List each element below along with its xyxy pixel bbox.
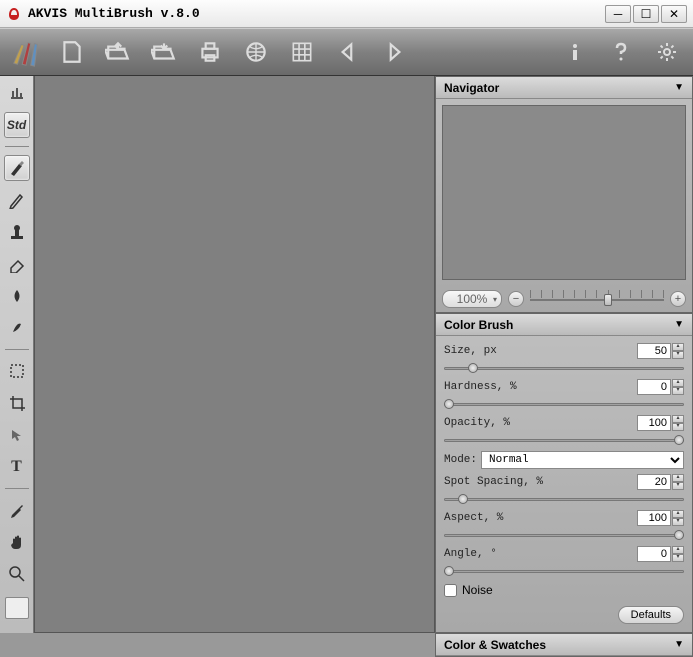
print-button[interactable]: [192, 34, 228, 70]
color-swatches-header[interactable]: Color & Swatches ▼: [436, 634, 692, 656]
size-spinner[interactable]: ▴▾: [637, 343, 684, 359]
aspect-label: Aspect, %: [444, 512, 637, 524]
opacity-spinner[interactable]: ▴▾: [637, 415, 684, 431]
angle-input[interactable]: [637, 546, 671, 562]
color-brush-panel: Color Brush ▼ Size, px ▴▾ Hardness, % ▴▾…: [435, 313, 693, 633]
angle-slider[interactable]: [444, 566, 684, 576]
top-toolbar: [0, 28, 693, 76]
spot-spacing-slider[interactable]: [444, 494, 684, 504]
web-button[interactable]: [238, 34, 274, 70]
spot-spacing-spinner[interactable]: ▴▾: [637, 474, 684, 490]
opacity-label: Opacity, %: [444, 417, 637, 429]
navigator-header[interactable]: Navigator ▼: [436, 77, 692, 99]
color-swatches-panel: Color & Swatches ▼: [435, 633, 693, 657]
size-label: Size, px: [444, 345, 637, 357]
collapse-icon: ▼: [674, 639, 684, 650]
left-toolbar: Std T: [0, 76, 34, 633]
window-title: AKVIS MultiBrush v.8.0: [28, 6, 605, 21]
eyedropper-tool[interactable]: [4, 497, 30, 523]
save-file-button[interactable]: [146, 34, 182, 70]
hardness-input[interactable]: [637, 379, 671, 395]
zoom-in-button[interactable]: +: [670, 291, 686, 307]
zoom-tool[interactable]: [4, 561, 30, 587]
blur-tool[interactable]: [4, 283, 30, 309]
size-input[interactable]: [637, 343, 671, 359]
canvas-area[interactable]: [34, 76, 435, 633]
hand-tool[interactable]: [4, 529, 30, 555]
grid-button[interactable]: [284, 34, 320, 70]
crop-tool[interactable]: [4, 390, 30, 416]
move-tool[interactable]: [4, 422, 30, 448]
aspect-spinner[interactable]: ▴▾: [637, 510, 684, 526]
navigator-panel: Navigator ▼ 100% − +: [435, 76, 693, 313]
noise-label: Noise: [462, 583, 493, 597]
zoom-combo[interactable]: 100%: [442, 290, 502, 308]
hardness-slider[interactable]: [444, 399, 684, 409]
color-swatches-title: Color & Swatches: [444, 638, 546, 652]
hardness-label: Hardness, %: [444, 381, 637, 393]
right-pane: Navigator ▼ 100% − + Color Brush ▼: [435, 76, 693, 633]
open-file-button[interactable]: [100, 34, 136, 70]
color-brush-header[interactable]: Color Brush ▼: [436, 314, 692, 336]
opacity-input[interactable]: [637, 415, 671, 431]
next-button[interactable]: [376, 34, 412, 70]
angle-label: Angle, °: [444, 548, 637, 560]
spot-spacing-input[interactable]: [637, 474, 671, 490]
help-button[interactable]: [603, 34, 639, 70]
info-button[interactable]: [557, 34, 593, 70]
navigator-preview[interactable]: [442, 105, 686, 280]
opacity-slider[interactable]: [444, 435, 684, 445]
color-brush-title: Color Brush: [444, 318, 513, 332]
collapse-icon: ▼: [674, 82, 684, 93]
eraser-tool[interactable]: [4, 251, 30, 277]
stamp-tool[interactable]: [4, 219, 30, 245]
spot-spacing-label: Spot Spacing, %: [444, 476, 637, 488]
settings-button[interactable]: [649, 34, 685, 70]
zoom-slider[interactable]: [530, 296, 664, 302]
history-brush-tab[interactable]: [4, 80, 30, 106]
color-brush-tool[interactable]: [4, 155, 30, 181]
app-logo-icon: [6, 6, 22, 22]
mode-label: Mode:: [444, 454, 477, 466]
aspect-slider[interactable]: [444, 530, 684, 540]
size-slider[interactable]: [444, 363, 684, 373]
brushes-icon: [8, 34, 44, 70]
selection-tool[interactable]: [4, 358, 30, 384]
maximize-button[interactable]: ☐: [633, 5, 659, 23]
close-button[interactable]: ✕: [661, 5, 687, 23]
prev-button[interactable]: [330, 34, 366, 70]
smudge-tool[interactable]: [4, 315, 30, 341]
color-swatch[interactable]: [5, 597, 29, 619]
text-tool[interactable]: T: [4, 454, 30, 480]
standard-tab[interactable]: Std: [4, 112, 30, 138]
minimize-button[interactable]: ─: [605, 5, 631, 23]
titlebar: AKVIS MultiBrush v.8.0 ─ ☐ ✕: [0, 0, 693, 28]
hardness-spinner[interactable]: ▴▾: [637, 379, 684, 395]
aspect-input[interactable]: [637, 510, 671, 526]
noise-checkbox[interactable]: [444, 584, 457, 597]
navigator-title: Navigator: [444, 81, 499, 95]
new-file-button[interactable]: [54, 34, 90, 70]
angle-spinner[interactable]: ▴▾: [637, 546, 684, 562]
zoom-out-button[interactable]: −: [508, 291, 524, 307]
mode-select[interactable]: Normal: [481, 451, 684, 469]
pencil-tool[interactable]: [4, 187, 30, 213]
defaults-button[interactable]: Defaults: [618, 606, 684, 624]
collapse-icon: ▼: [674, 319, 684, 330]
